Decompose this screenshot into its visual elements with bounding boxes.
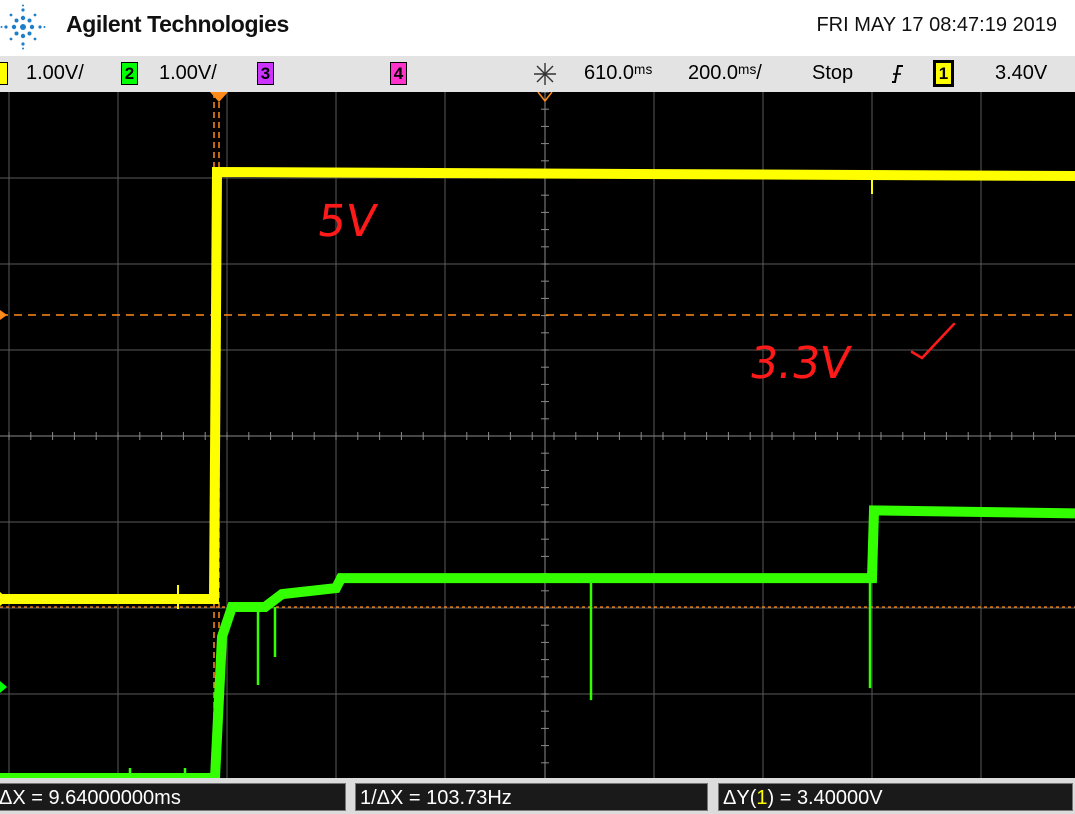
run-state[interactable]: Stop [812, 62, 853, 85]
ch2-scale[interactable]: 1.00V/ [159, 62, 217, 85]
delta-y-prefix: ΔY( [723, 787, 757, 809]
trigger-level[interactable]: 3.40V [995, 62, 1047, 85]
delta-y-suffix: ) = 3.40000V [767, 787, 883, 809]
delta-x-readout[interactable]: ΔX = 9.64000000ms [0, 783, 346, 811]
channel-1-trace [0, 166, 1075, 604]
status-bar: 1.00V/ 2 1.00V/ 3 4 610.0ᵐˢ 200.0ᵐˢ/ Sto… [0, 56, 1075, 93]
trigger-position-marker [210, 92, 228, 102]
channel-1-badge[interactable] [0, 62, 8, 85]
channel-2-trace [0, 505, 1075, 778]
inverse-delta-x-readout[interactable]: 1/ΔX = 103.73Hz [355, 783, 708, 811]
cursor-level-marker [0, 310, 7, 320]
ch2-ground-marker [0, 681, 7, 693]
delta-y-channel: 1 [756, 787, 768, 809]
checkmark-icon [910, 322, 956, 360]
annotation-5v: 5V [314, 196, 380, 247]
agilent-spark-logo-icon [0, 4, 46, 50]
brand-name: Agilent Technologies [66, 11, 289, 37]
ch1-scale[interactable]: 1.00V/ [26, 62, 84, 85]
waveform-display[interactable]: 5V 3.3V [0, 92, 1075, 778]
time-scale[interactable]: 200.0ᵐˢ/ [688, 62, 762, 85]
waveform-canvas [0, 92, 1075, 778]
channel-4-badge[interactable]: 4 [390, 62, 407, 85]
annotation-3v3: 3.3V [746, 338, 854, 389]
measurement-bar: ΔX = 9.64000000ms 1/ΔX = 103.73Hz ΔY(1) … [0, 778, 1075, 814]
trigger-falling-edge-icon [892, 65, 903, 83]
date-time: FRI MAY 17 08:47:19 2019 [816, 14, 1057, 36]
time-offset[interactable]: 610.0ᵐˢ [584, 62, 652, 85]
time-reference-icon [534, 63, 556, 85]
channel-2-badge[interactable]: 2 [121, 62, 138, 85]
channel-3-badge[interactable]: 3 [257, 62, 274, 85]
title-bar: Agilent Technologies FRI MAY 17 08:47:19… [0, 0, 1075, 56]
graticule-ticks [8, 92, 1056, 764]
delta-y-readout[interactable]: ΔY(1) = 3.40000V [718, 783, 1073, 811]
trigger-source-badge[interactable]: 1 [933, 60, 954, 87]
channel-1-glitches [177, 172, 873, 609]
